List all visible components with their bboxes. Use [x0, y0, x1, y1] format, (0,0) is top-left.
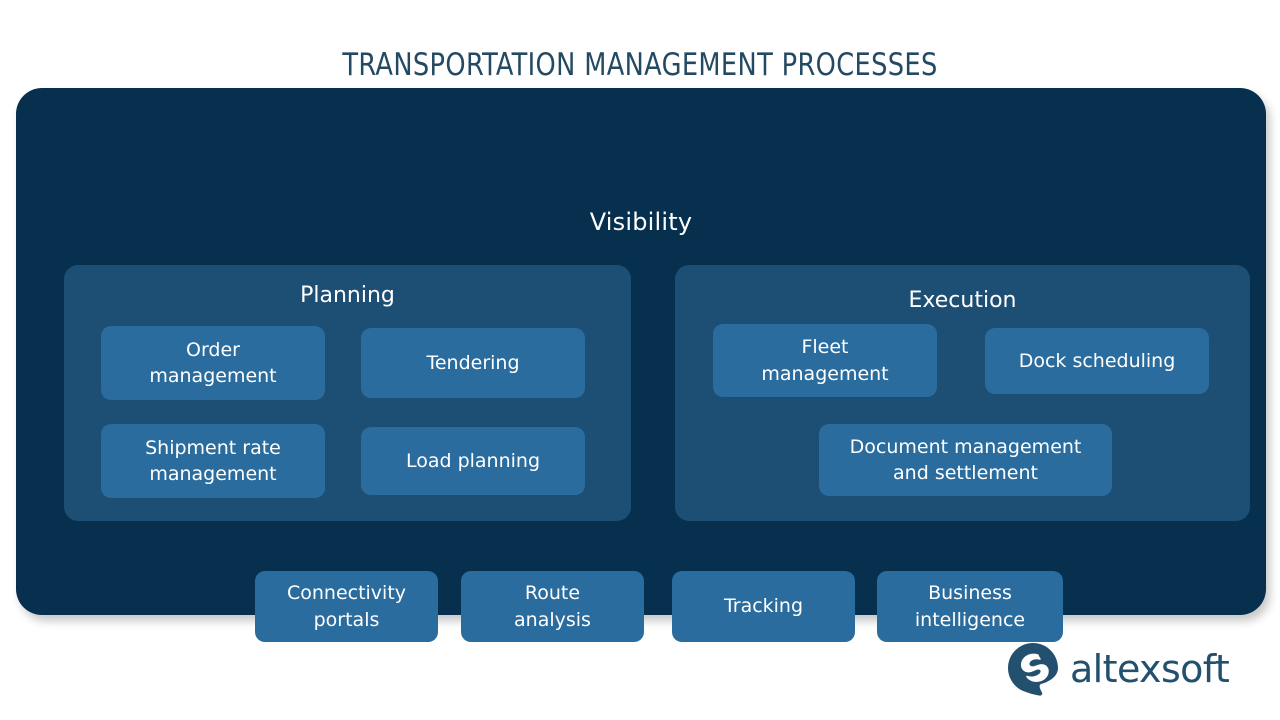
page-title: TRANSPORTATION MANAGEMENT PROCESSES	[342, 46, 938, 83]
process-box-document-management-and-settlement[interactable]: Document management and settlement	[819, 424, 1112, 496]
process-box-connectivity-portals[interactable]: Connectivity portals	[255, 571, 438, 642]
process-box-dock-scheduling[interactable]: Dock scheduling	[985, 328, 1209, 394]
process-box-tendering[interactable]: Tendering	[361, 328, 585, 398]
altexsoft-wordmark: altexsoft	[1070, 647, 1230, 691]
process-box-tracking[interactable]: Tracking	[672, 571, 855, 642]
group-title-execution: Execution	[908, 288, 1017, 313]
process-box-business-intelligence[interactable]: Business intelligence	[877, 571, 1063, 642]
group-title-planning: Planning	[300, 283, 395, 308]
diagram-canvas: TRANSPORTATION MANAGEMENT PROCESSES Visi…	[0, 0, 1280, 720]
process-box-fleet-management[interactable]: Fleet management	[713, 324, 937, 397]
process-box-route-analysis[interactable]: Route analysis	[461, 571, 644, 642]
process-box-load-planning[interactable]: Load planning	[361, 427, 585, 495]
process-box-order-management[interactable]: Order management	[101, 326, 325, 400]
visibility-label: Visibility	[589, 208, 693, 236]
altexsoft-logo: altexsoft	[1006, 638, 1230, 700]
process-box-shipment-rate-management[interactable]: Shipment rate management	[101, 424, 325, 498]
altexsoft-speech-bubble-s-icon	[1008, 643, 1058, 696]
visibility-container: Visibility Planning Order management Ten…	[16, 88, 1266, 642]
